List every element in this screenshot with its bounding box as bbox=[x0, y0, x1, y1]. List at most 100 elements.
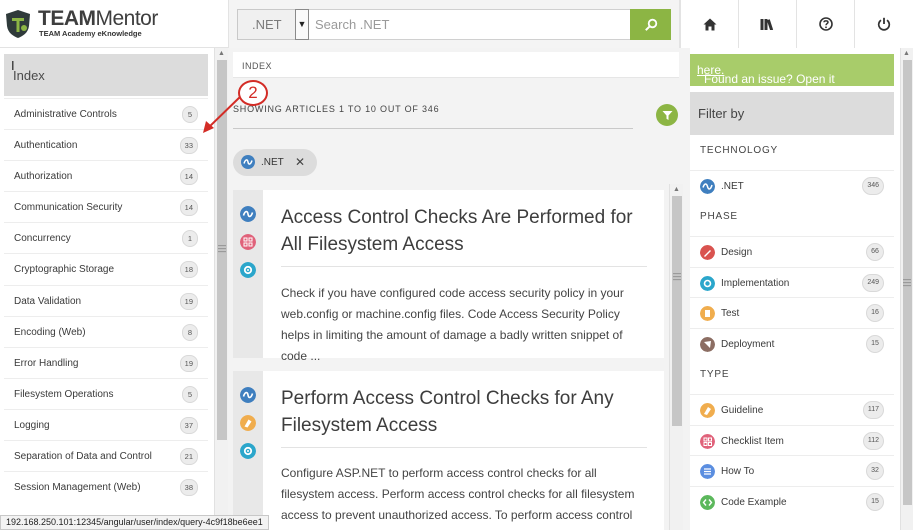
index-item[interactable]: Communication Security 14 bbox=[4, 191, 208, 222]
scrollbar-thumb[interactable] bbox=[672, 196, 682, 426]
article-card[interactable]: Access Control Checks Are Performed for … bbox=[233, 190, 664, 363]
index-item-label: Logging bbox=[14, 419, 50, 431]
count-badge: 346 bbox=[862, 177, 884, 195]
home-icon bbox=[703, 18, 716, 30]
count-badge: 5 bbox=[182, 385, 198, 403]
index-item[interactable]: Session Management (Web) 38 bbox=[4, 471, 208, 502]
filter-item[interactable]: Design 66 bbox=[690, 236, 894, 266]
index-item-label: Error Handling bbox=[14, 357, 79, 369]
count-badge: 19 bbox=[179, 292, 198, 310]
scroll-up-icon[interactable]: ▲ bbox=[673, 186, 680, 193]
article-title[interactable]: Access Control Checks Are Performed for … bbox=[281, 204, 651, 258]
search-icon bbox=[644, 18, 657, 31]
filter-item[interactable]: Implementation 249 bbox=[690, 266, 894, 297]
article-summary: Configure ASP.NET to perform access cont… bbox=[281, 466, 635, 530]
index-item[interactable]: Error Handling 19 bbox=[4, 346, 208, 378]
index-header: Index bbox=[4, 54, 208, 96]
annotation-step-number: 2 bbox=[238, 80, 268, 106]
guideline-icon bbox=[240, 415, 256, 431]
count-badge: 14 bbox=[179, 168, 198, 186]
index-item[interactable]: Encoding (Web) 8 bbox=[4, 315, 208, 347]
filter-item-label: Code Example bbox=[721, 496, 787, 508]
filter-item[interactable]: Checklist Item 112 bbox=[690, 424, 894, 455]
scroll-up-icon[interactable]: ▲ bbox=[218, 50, 225, 57]
filter-item[interactable]: Test 16 bbox=[690, 297, 894, 327]
search-input[interactable] bbox=[309, 9, 631, 40]
filter-icon bbox=[662, 110, 672, 120]
logo-title: TEAMMentor bbox=[38, 7, 158, 30]
library-button[interactable] bbox=[738, 0, 796, 48]
divider bbox=[281, 447, 647, 448]
index-item-label: Separation of Data and Control bbox=[14, 451, 152, 463]
top-bar: TEAMMentor TEAM Academy eKnowledge .NET … bbox=[0, 0, 913, 48]
status-url: 192.168.250.101:12345/angular/user/index… bbox=[0, 515, 269, 530]
divider bbox=[233, 128, 633, 129]
index-item[interactable]: Logging 37 bbox=[4, 408, 208, 440]
filter-by-title: Filter by bbox=[698, 106, 745, 121]
count-badge: 37 bbox=[179, 416, 198, 434]
count-badge: 18 bbox=[179, 261, 198, 279]
filter-item-label: Implementation bbox=[721, 277, 790, 289]
index-item[interactable]: Filesystem Operations 5 bbox=[4, 377, 208, 409]
count-badge: 16 bbox=[866, 304, 884, 322]
count-badge: 15 bbox=[866, 492, 884, 511]
home-button[interactable] bbox=[680, 0, 738, 48]
article-card[interactable]: Perform Access Control Checks for Any Fi… bbox=[233, 371, 664, 530]
filter-by-header: Filter by bbox=[690, 92, 894, 135]
count-badge: 1 bbox=[182, 230, 198, 248]
phase-heading: PHASE bbox=[700, 211, 738, 222]
articles-scrollbar[interactable]: ▲ — — — bbox=[669, 184, 683, 530]
filter-item[interactable]: .NET 346 bbox=[690, 170, 894, 200]
index-item[interactable]: Authorization 14 bbox=[4, 160, 208, 191]
team-mentor-logo[interactable]: TEAMMentor TEAM Academy eKnowledge bbox=[4, 7, 222, 41]
index-item-label: Concurrency bbox=[14, 233, 71, 245]
filter-button[interactable] bbox=[656, 104, 678, 126]
filter-item-label: Checklist Item bbox=[721, 435, 784, 447]
count-badge: 249 bbox=[862, 273, 884, 292]
guideline-icon bbox=[700, 403, 715, 418]
index-item-label: Session Management (Web) bbox=[14, 482, 141, 494]
implementation-icon bbox=[240, 443, 256, 459]
index-item[interactable]: Administrative Controls 5 bbox=[4, 98, 208, 129]
index-item-label: Authentication bbox=[14, 140, 78, 152]
index-item-label: Communication Security bbox=[14, 202, 123, 214]
breadcrumb: INDEX bbox=[233, 52, 679, 78]
chip-label: .NET bbox=[261, 157, 284, 168]
breadcrumb-index[interactable]: INDEX bbox=[242, 61, 272, 71]
index-title: Index bbox=[13, 68, 45, 83]
filter-item[interactable]: How To 32 bbox=[690, 455, 894, 485]
index-item-label: Data Validation bbox=[14, 295, 82, 307]
close-icon[interactable]: ✕ bbox=[295, 155, 305, 169]
search-button[interactable] bbox=[630, 9, 671, 40]
power-icon bbox=[877, 17, 891, 31]
count-badge: 112 bbox=[862, 431, 884, 450]
index-item[interactable]: Concurrency 1 bbox=[4, 222, 208, 253]
index-item[interactable]: Separation of Data and Control 21 bbox=[4, 440, 208, 471]
index-item[interactable]: Cryptographic Storage 18 bbox=[4, 253, 208, 284]
index-item-label: Administrative Controls bbox=[14, 109, 117, 120]
deployment-icon bbox=[700, 336, 715, 352]
article-title[interactable]: Perform Access Control Checks for Any Fi… bbox=[281, 385, 651, 439]
scroll-up-icon[interactable]: ▲ bbox=[903, 50, 910, 57]
filter-scrollbar[interactable]: ▲ — — — bbox=[900, 48, 913, 530]
dotnet-icon bbox=[700, 179, 715, 194]
index-item[interactable]: Data Validation 19 bbox=[4, 284, 208, 316]
count-badge: 66 bbox=[866, 243, 884, 261]
index-sidebar: Index I Administrative Controls 5 Authenti… bbox=[0, 48, 228, 530]
index-item-label: Cryptographic Storage bbox=[14, 264, 115, 276]
grip-icon: — — — bbox=[673, 269, 681, 284]
library-icon bbox=[760, 19, 774, 30]
filter-item[interactable]: Deployment 15 bbox=[690, 327, 894, 358]
filter-item[interactable]: Guideline 117 bbox=[690, 394, 894, 424]
article-summary: Check if you have configured code access… bbox=[281, 286, 624, 363]
dotnet-icon bbox=[240, 387, 256, 403]
count-badge: 33 bbox=[179, 137, 198, 155]
design-icon bbox=[700, 245, 715, 260]
help-button[interactable] bbox=[796, 0, 854, 48]
index-item[interactable]: Authentication 33 bbox=[4, 129, 208, 160]
filter-item-label: Design bbox=[721, 247, 753, 258]
filter-item[interactable]: Code Example 15 bbox=[690, 485, 894, 516]
chevron-down-icon[interactable]: ▼ bbox=[295, 9, 309, 40]
search-bar: .NET ▼ bbox=[228, 0, 680, 48]
logout-button[interactable] bbox=[854, 0, 913, 48]
